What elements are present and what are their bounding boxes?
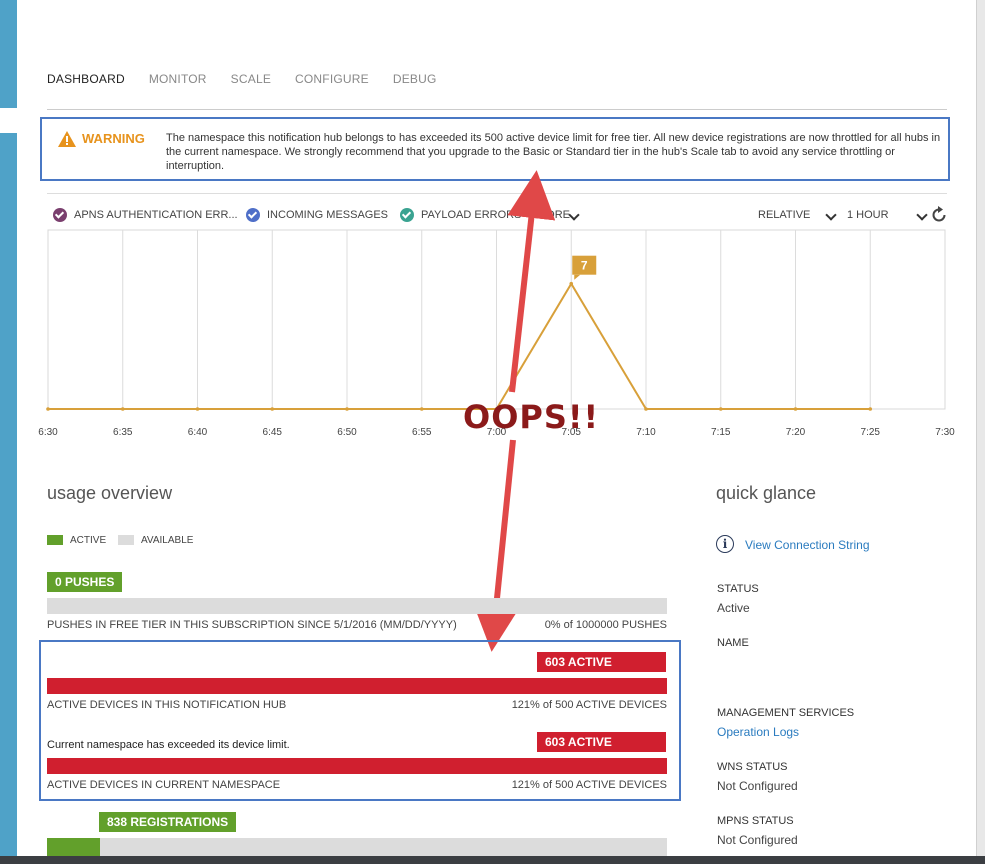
pushes-percent: 0% of 1000000 PUSHES bbox=[544, 619, 667, 631]
hub-devices-badge: 603 ACTIVE DEVICES bbox=[537, 652, 666, 689]
status-value: Active bbox=[717, 601, 750, 615]
legend-available: AVAILABLE bbox=[118, 535, 193, 546]
available-swatch bbox=[118, 535, 134, 546]
info-icon: i bbox=[716, 535, 734, 553]
namespace-devices-bar bbox=[47, 758, 667, 774]
management-services-label: MANAGEMENT SERVICES bbox=[717, 707, 855, 719]
namespace-exceeded-note: Current namespace has exceeded its devic… bbox=[47, 739, 290, 751]
status-label: STATUS bbox=[717, 583, 759, 595]
oops-annotation: OOPS!! bbox=[463, 398, 600, 436]
legend-active-label: ACTIVE bbox=[70, 535, 107, 546]
name-label: NAME bbox=[717, 637, 749, 649]
view-connection-string-link[interactable]: View Connection String bbox=[745, 538, 870, 552]
mpns-status-label: MPNS STATUS bbox=[717, 815, 794, 827]
wns-status-value: Not Configured bbox=[717, 779, 798, 793]
operation-logs-link[interactable]: Operation Logs bbox=[717, 725, 799, 739]
namespace-devices-percent: 121% of 500 ACTIVE DEVICES bbox=[511, 779, 667, 791]
hub-devices-percent: 121% of 500 ACTIVE DEVICES bbox=[511, 699, 667, 711]
active-swatch bbox=[47, 535, 63, 546]
usage-overview-title: usage overview bbox=[47, 483, 173, 503]
registrations-fill bbox=[47, 838, 100, 856]
registrations-badge: 838 REGISTRATIONS bbox=[99, 812, 237, 832]
hub-devices-caption: ACTIVE DEVICES IN THIS NOTIFICATION HUB bbox=[47, 699, 287, 711]
hub-devices-bar bbox=[47, 678, 667, 694]
namespace-devices-caption: ACTIVE DEVICES IN CURRENT NAMESPACE bbox=[47, 779, 281, 791]
namespace-devices-badge: 603 ACTIVE DEVICES bbox=[537, 732, 666, 769]
wns-status-label: WNS STATUS bbox=[717, 761, 788, 773]
registrations-bar bbox=[47, 838, 667, 856]
pushes-badge: 0 PUSHES bbox=[47, 572, 123, 592]
legend-available-label: AVAILABLE bbox=[141, 535, 194, 546]
quick-glance-title: quick glance bbox=[716, 483, 817, 503]
arrow-up bbox=[507, 170, 556, 393]
legend-active: ACTIVE bbox=[47, 535, 106, 546]
pushes-bar bbox=[47, 598, 667, 614]
bottom-status-bar bbox=[0, 856, 985, 864]
mpns-status-value: Not Configured bbox=[717, 833, 798, 847]
pushes-caption: PUSHES IN FREE TIER IN THIS SUBSCRIPTION… bbox=[47, 619, 457, 631]
